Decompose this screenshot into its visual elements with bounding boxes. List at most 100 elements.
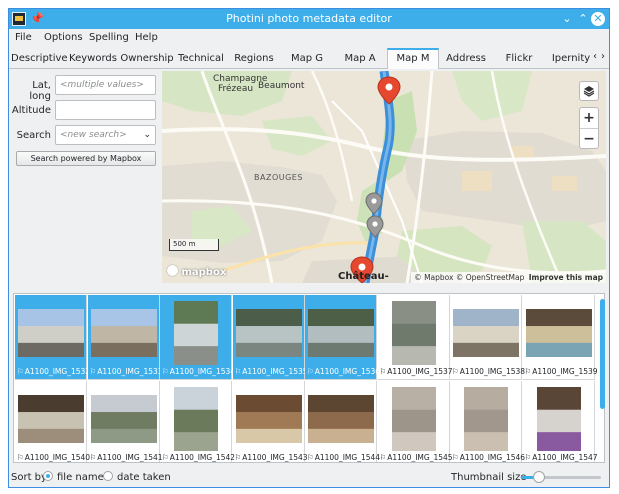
thumbnail-item[interactable]: ⚐A1100_IMG_1538 (450, 295, 526, 380)
thumbnail-image (308, 395, 374, 443)
thumbnail-caption: ⚐A1100_IMG_1535 (235, 367, 308, 376)
minimize-icon[interactable]: ⌄ (559, 11, 575, 27)
thumbnail-caption: ⚐A1100_IMG_1542 (162, 453, 235, 462)
thumbnail-image (525, 309, 592, 357)
tab-map-g[interactable]: Map G (281, 49, 333, 68)
thumbnail-item[interactable]: ⚐A1100_IMG_1546 (450, 381, 525, 462)
thumbnail-item[interactable]: ⚐A1100_IMG_1536 (305, 295, 380, 380)
thumbnail-image (464, 387, 508, 451)
thumbnail-scrollbar[interactable] (599, 293, 607, 463)
thumbnail-item[interactable]: ⚐A1100_IMG_1543 (233, 381, 308, 462)
thumbnail-filename: A1100_IMG_1544 (314, 453, 381, 462)
layers-button[interactable] (579, 81, 599, 101)
thumbnail-item[interactable]: ⚐A1100_IMG_1540 (15, 381, 90, 462)
thumbnail-filename: A1100_IMG_1541 (97, 453, 163, 462)
zoom-in-button[interactable]: + (580, 108, 598, 129)
sort-date-radio[interactable] (103, 471, 113, 481)
tab-technical[interactable]: Technical (175, 49, 227, 68)
menu-file[interactable]: File (15, 32, 32, 43)
tab-ipernity[interactable]: Ipernity (546, 49, 596, 68)
flag-icon: ⚐ (234, 367, 242, 376)
search-mapbox-button[interactable]: Search powered by Mapbox (16, 151, 156, 166)
thumbnail-caption: ⚐A1100_IMG_1546 (452, 453, 525, 462)
map-view[interactable]: Champagne Frézeau Beaumont BAZOUGES Chât… (162, 71, 606, 283)
thumbnail-item[interactable]: ⚐A1100_IMG_1542 (160, 381, 235, 462)
thumbnail-item[interactable]: ⚐A1100_IMG_1547 (523, 381, 598, 462)
thumbnail-filename: A1100_IMG_1534 (169, 367, 236, 376)
sort-filename-label[interactable]: file name (57, 472, 104, 483)
thumbnail-filename: A1100_IMG_1545 (387, 453, 453, 462)
attribution-text[interactable]: © Mapbox © OpenStreetMap (414, 273, 524, 282)
maximize-icon[interactable]: ⌃ (575, 11, 591, 27)
tab-map-a[interactable]: Map A (334, 49, 386, 68)
sort-date-label[interactable]: date taken (117, 472, 171, 483)
improve-map-link[interactable]: Improve this map (529, 273, 603, 282)
chevron-down-icon: ⌄ (143, 130, 151, 140)
thumbnail-caption: ⚐A1100_IMG_1532 (17, 367, 90, 376)
tab-regions[interactable]: Regions (228, 49, 280, 68)
status-bar: Sort by file name date taken Thumbnail s… (9, 467, 609, 487)
app-window: 📌 Photini photo metadata editor ⌄ ⌃ ✕ Fi… (8, 8, 610, 488)
menu-bar: File Options Spelling Help (9, 29, 609, 47)
thumbnail-item[interactable]: ⚐A1100_IMG_1539 (522, 295, 598, 380)
thumbnail-item[interactable]: ⚐A1100_IMG_1537 (377, 295, 453, 380)
tab-bar: Descriptive Keywords Ownership Technical… (9, 47, 609, 69)
thumbnail-filename: A1100_IMG_1543 (242, 453, 308, 462)
thumbnail-size-slider[interactable] (521, 471, 601, 483)
menu-help[interactable]: Help (135, 32, 158, 43)
latlong-input[interactable]: <multiple values> (55, 75, 156, 95)
thumbnail-size-label: Thumbnail size (451, 472, 527, 483)
place-label: Château- (338, 271, 389, 282)
altitude-input[interactable] (55, 100, 156, 120)
thumbnail-caption: ⚐A1100_IMG_1533 (90, 367, 163, 376)
scale-bar: 500 m (169, 239, 219, 251)
menu-options[interactable]: Options (44, 32, 83, 43)
tab-keywords[interactable]: Keywords (67, 49, 119, 68)
slider-handle[interactable] (533, 471, 545, 483)
thumbnail-item[interactable]: ⚐A1100_IMG_1544 (305, 381, 380, 462)
zoom-out-button[interactable]: − (580, 129, 598, 149)
close-icon[interactable]: ✕ (591, 12, 605, 26)
thumbnail-image (235, 395, 302, 443)
map-canvas (162, 71, 606, 283)
tab-scroll-left-icon[interactable]: ‹ (593, 51, 597, 62)
tab-flickr[interactable]: Flickr (493, 49, 545, 68)
map-attribution: © Mapbox © OpenStreetMap Improve this ma… (411, 272, 606, 283)
sort-filename-radio[interactable] (43, 471, 53, 481)
search-combo[interactable]: <new search> ⌄ (55, 125, 156, 145)
search-placeholder: <new search> (60, 130, 127, 140)
tab-scroll-right-icon[interactable]: › (601, 51, 605, 62)
tab-ownership[interactable]: Ownership (120, 49, 174, 68)
sort-label: Sort by (11, 472, 47, 483)
thumbnail-item[interactable]: ⚐A1100_IMG_1532 (15, 295, 90, 380)
thumbnail-item[interactable]: ⚐A1100_IMG_1534 (160, 295, 236, 380)
tab-descriptive[interactable]: Descriptive (11, 49, 68, 68)
window-title: Photini photo metadata editor (226, 12, 392, 25)
mapbox-logo[interactable]: mapbox (167, 265, 226, 279)
thumbnail-caption: ⚐A1100_IMG_1537 (380, 367, 453, 376)
flag-icon: ⚐ (307, 453, 314, 462)
search-label: Search (16, 130, 51, 141)
place-label: Beaumont (258, 81, 305, 91)
thumbnail-item[interactable]: ⚐A1100_IMG_1535 (232, 295, 308, 380)
thumbnail-image (174, 301, 218, 365)
thumbnail-image (18, 309, 84, 357)
thumbnail-image (18, 395, 84, 443)
flag-icon: ⚐ (379, 453, 387, 462)
thumbnail-item[interactable]: ⚐A1100_IMG_1533 (87, 295, 163, 380)
thumbnail-image (90, 309, 157, 357)
place-label: BAZOUGES (254, 173, 303, 182)
place-label: Frézeau (218, 84, 254, 94)
layers-icon (583, 86, 595, 97)
thumbnail-filename: A1100_IMG_1538 (459, 367, 526, 376)
menu-spelling[interactable]: Spelling (89, 32, 129, 43)
tab-map-m[interactable]: Map M (387, 48, 439, 69)
scrollbar-handle[interactable] (600, 299, 605, 409)
thumbnail-caption: ⚐A1100_IMG_1544 (307, 453, 380, 462)
thumbnail-item[interactable]: ⚐A1100_IMG_1541 (88, 381, 163, 462)
thumbnail-caption: ⚐A1100_IMG_1536 (307, 367, 380, 376)
thumbnail-filename: A1100_IMG_1542 (169, 453, 236, 462)
tab-address[interactable]: Address (440, 49, 492, 68)
thumbnail-item[interactable]: ⚐A1100_IMG_1545 (378, 381, 453, 462)
flag-icon: ⚐ (234, 453, 242, 462)
